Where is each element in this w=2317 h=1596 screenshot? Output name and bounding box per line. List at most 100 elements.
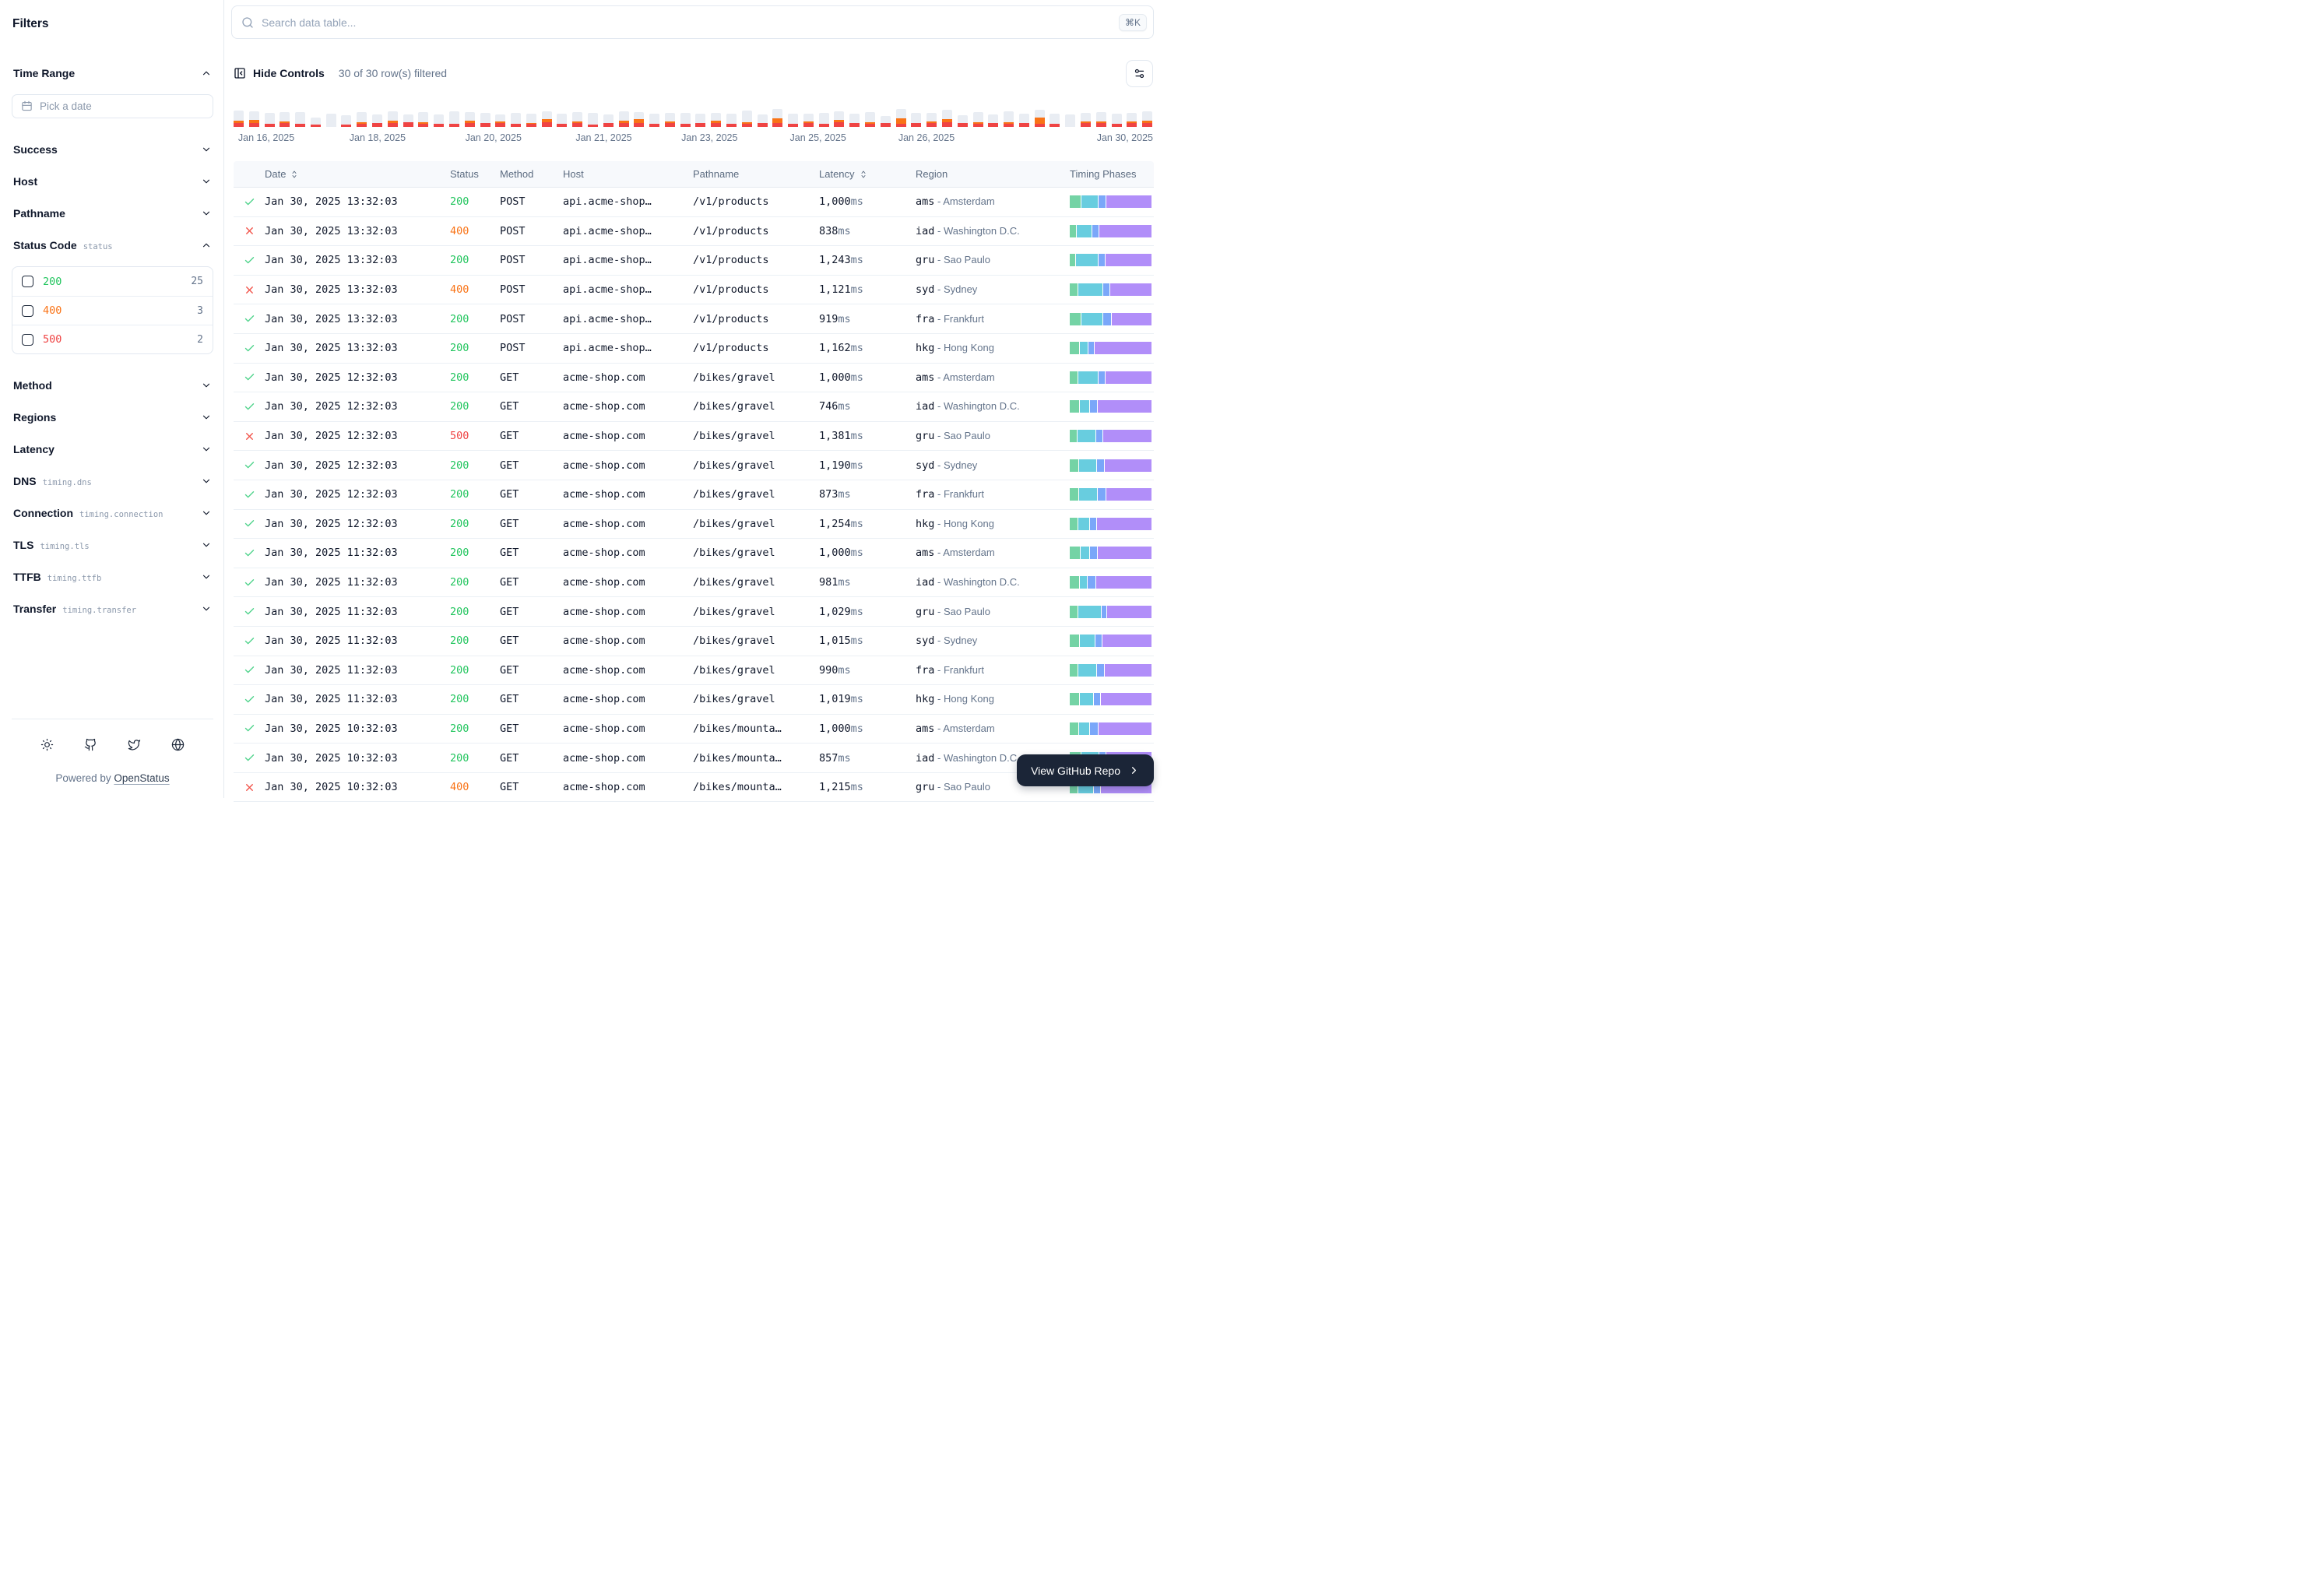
status-option-500[interactable]: 5002: [12, 325, 213, 353]
table-row[interactable]: Jan 30, 2025 11:32:03200GETacme-shop.com…: [234, 597, 1154, 627]
phase-segment: [1070, 664, 1078, 677]
filter-section-tls[interactable]: TLStiming.tls: [12, 534, 213, 556]
column-label: Method: [500, 168, 533, 180]
timing-phases-bar: [1070, 635, 1151, 647]
table-row[interactable]: Jan 30, 2025 10:32:03400GETacme-shop.com…: [234, 773, 1154, 803]
table-row[interactable]: Jan 30, 2025 10:32:03200GETacme-shop.com…: [234, 744, 1154, 773]
footer-icons: [12, 738, 213, 755]
table-row[interactable]: Jan 30, 2025 13:32:03200POSTapi.acme-sho…: [234, 304, 1154, 334]
status-cell: 200: [450, 635, 500, 647]
filter-section-pathname[interactable]: Pathname: [12, 202, 213, 224]
timing-phases-cell: [1070, 195, 1151, 208]
globe-icon-button[interactable]: [171, 738, 185, 755]
timeline-axis-label: Jan 25, 2025: [790, 132, 846, 143]
table-row[interactable]: Jan 30, 2025 12:32:03200GETacme-shop.com…: [234, 364, 1154, 393]
timeline-chart[interactable]: Jan 16, 2025Jan 18, 2025Jan 20, 2025Jan …: [234, 107, 1153, 148]
pathname-cell: /bikes/gravel: [693, 547, 819, 559]
table-row[interactable]: Jan 30, 2025 13:32:03200POSTapi.acme-sho…: [234, 246, 1154, 276]
view-options-button[interactable]: [1126, 60, 1153, 87]
table-row[interactable]: Jan 30, 2025 12:32:03200GETacme-shop.com…: [234, 510, 1154, 540]
host-cell: api.acme-shop…: [563, 195, 693, 208]
table-row[interactable]: Jan 30, 2025 13:32:03400POSTapi.acme-sho…: [234, 276, 1154, 305]
filter-section-hint: timing.dns: [43, 478, 92, 487]
column-header-timing-phases[interactable]: Timing Phases: [1070, 168, 1151, 180]
region-code: fra: [916, 488, 934, 501]
filter-section-success[interactable]: Success: [12, 139, 213, 160]
table-row[interactable]: Jan 30, 2025 12:32:03200GETacme-shop.com…: [234, 451, 1154, 480]
chevron-down-icon: [201, 144, 212, 155]
checkbox[interactable]: [22, 334, 33, 346]
latency-value: 1,215: [819, 781, 851, 793]
column-header-latency[interactable]: Latency: [819, 168, 916, 180]
filter-section-time-range[interactable]: Time Range: [12, 62, 213, 84]
powered-by: Powered by OpenStatus: [12, 772, 213, 784]
filter-section-label: TLStiming.tls: [13, 539, 90, 551]
region-name: - Amsterdam: [934, 722, 994, 734]
column-header-date[interactable]: Date: [265, 168, 450, 180]
table-row[interactable]: Jan 30, 2025 11:32:03200GETacme-shop.com…: [234, 685, 1154, 715]
latency-unit: ms: [851, 722, 863, 735]
table-row[interactable]: Jan 30, 2025 12:32:03500GETacme-shop.com…: [234, 422, 1154, 452]
filter-section-regions[interactable]: Regions: [12, 406, 213, 428]
table-row[interactable]: Jan 30, 2025 13:32:03400POSTapi.acme-sho…: [234, 217, 1154, 247]
latency-unit: ms: [851, 781, 863, 793]
phase-segment: [1094, 693, 1100, 705]
filter-section-latency[interactable]: Latency: [12, 438, 213, 460]
twitter-icon-button[interactable]: [128, 738, 141, 755]
status-cell: 200: [450, 693, 500, 705]
status-option-200[interactable]: 20025: [12, 267, 213, 296]
filter-section-host[interactable]: Host: [12, 170, 213, 192]
table-row[interactable]: Jan 30, 2025 12:32:03200GETacme-shop.com…: [234, 392, 1154, 422]
filter-section-method[interactable]: Method: [12, 374, 213, 396]
hide-controls-button[interactable]: Hide Controls: [234, 67, 325, 79]
status-option-400[interactable]: 4003: [12, 296, 213, 325]
checkbox[interactable]: [22, 276, 33, 287]
openstatus-link[interactable]: OpenStatus: [114, 772, 169, 784]
filter-section-ttfb[interactable]: TTFBtiming.ttfb: [12, 566, 213, 588]
search-input[interactable]: Search data table... ⌘K: [231, 5, 1154, 39]
phase-segment: [1095, 635, 1102, 647]
table-row[interactable]: Jan 30, 2025 12:32:03200GETacme-shop.com…: [234, 480, 1154, 510]
method-cell: GET: [500, 459, 563, 472]
timeline-bar: [926, 113, 937, 127]
timing-phases-cell: [1070, 664, 1151, 677]
table-row[interactable]: Jan 30, 2025 13:32:03200POSTapi.acme-sho…: [234, 188, 1154, 217]
column-header-pathname[interactable]: Pathname: [693, 168, 819, 180]
timing-phases-cell: [1070, 606, 1151, 618]
table-row[interactable]: Jan 30, 2025 11:32:03200GETacme-shop.com…: [234, 627, 1154, 656]
region-name: - Sao Paulo: [934, 606, 990, 617]
filtered-count: 30 of 30 row(s) filtered: [339, 67, 447, 79]
latency-cell: 919ms: [819, 313, 916, 325]
status-cell: 200: [450, 606, 500, 618]
phase-segment: [1101, 693, 1151, 705]
column-header-status[interactable]: Status: [450, 168, 500, 180]
phase-segment: [1070, 225, 1076, 237]
timeline-bar: [758, 114, 768, 127]
filter-section-dns[interactable]: DNStiming.dns: [12, 470, 213, 492]
github-icon-button[interactable]: [84, 738, 97, 755]
sun-icon-button[interactable]: [40, 738, 54, 755]
filter-section-connection[interactable]: Connectiontiming.connection: [12, 502, 213, 524]
column-header-host[interactable]: Host: [563, 168, 693, 180]
table-row[interactable]: Jan 30, 2025 11:32:03200GETacme-shop.com…: [234, 656, 1154, 686]
checkbox[interactable]: [22, 305, 33, 317]
date-cell: Jan 30, 2025 12:32:03: [265, 430, 450, 442]
column-header-region[interactable]: Region: [916, 168, 1070, 180]
sliders-icon: [1134, 68, 1145, 79]
table-row[interactable]: Jan 30, 2025 11:32:03200GETacme-shop.com…: [234, 539, 1154, 568]
filter-section-label: Success: [13, 143, 58, 156]
filter-section-transfer[interactable]: Transfertiming.transfer: [12, 598, 213, 620]
table-row[interactable]: Jan 30, 2025 11:32:03200GETacme-shop.com…: [234, 568, 1154, 598]
latency-unit: ms: [851, 459, 863, 472]
filter-section-status-code[interactable]: Status Codestatus: [12, 234, 213, 256]
date-picker-input[interactable]: Pick a date: [12, 94, 213, 118]
date-cell: Jan 30, 2025 10:32:03: [265, 781, 450, 793]
date-picker-placeholder: Pick a date: [40, 100, 92, 112]
table-row[interactable]: Jan 30, 2025 10:32:03200GETacme-shop.com…: [234, 715, 1154, 744]
status-cell: 200: [450, 313, 500, 325]
timeline-bar: [695, 114, 705, 127]
table-row[interactable]: Jan 30, 2025 13:32:03200POSTapi.acme-sho…: [234, 334, 1154, 364]
timing-phases-bar: [1070, 606, 1151, 618]
column-header-method[interactable]: Method: [500, 168, 563, 180]
view-github-repo-button[interactable]: View GitHub Repo: [1017, 754, 1154, 786]
